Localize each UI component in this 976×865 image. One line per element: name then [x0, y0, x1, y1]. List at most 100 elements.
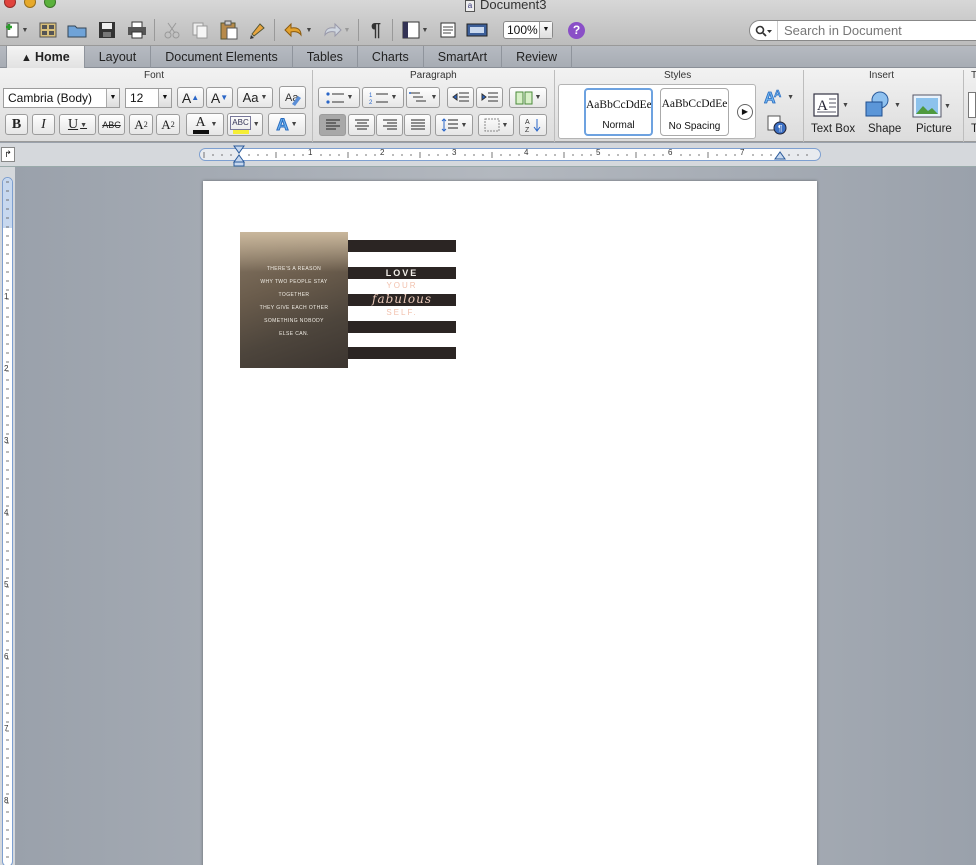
your-text: YOUR — [386, 281, 418, 290]
change-case-button[interactable]: Aa ▼ — [237, 87, 273, 108]
multilevel-list-button[interactable]: ▼ — [406, 87, 440, 108]
font-size-select[interactable]: 12 ▼ — [125, 88, 172, 108]
chevron-down-icon: ▼ — [539, 22, 552, 38]
love-yourself-image[interactable]: LOVE YOUR fabulous SELF. — [348, 240, 456, 360]
tab-charts[interactable]: Charts — [358, 46, 424, 68]
ruler-ticks — [6, 181, 9, 858]
superscript-button[interactable]: A2 — [129, 114, 153, 135]
sidebar-toggle-button[interactable]: ▼ — [398, 18, 432, 42]
ruler-number: 1 — [308, 148, 313, 157]
ruler-ticks — [203, 152, 808, 158]
picture-label[interactable]: Picture — [916, 123, 952, 135]
style-no-spacing[interactable]: AaBbCcDdEe No Spacing — [660, 88, 729, 136]
horizontal-ruler[interactable]: 1 2 3 4 5 6 7 — [199, 148, 821, 161]
tab-review[interactable]: Review — [502, 46, 573, 68]
quote-line: ELSE CAN. — [279, 331, 309, 337]
bullets-button[interactable]: ▼ — [318, 87, 360, 108]
shape-icon[interactable]: ▼ — [862, 89, 902, 121]
highlight-button[interactable]: ABC ▼ — [227, 113, 263, 136]
bold-button[interactable]: B — [5, 114, 28, 135]
vertical-ruler[interactable]: 1 2 3 4 5 6 7 8 — [0, 167, 15, 865]
indent-marker-icon[interactable] — [233, 145, 245, 167]
zoom-window-button[interactable] — [44, 0, 56, 8]
text-box-icon[interactable]: A ▼ — [812, 90, 852, 120]
font-color-button[interactable]: A ▼ — [186, 113, 224, 136]
quote-photo-image[interactable]: THERE'S A REASON WHY TWO PEOPLE STAY TOG… — [240, 232, 348, 368]
styles-next-arrow-icon[interactable]: ▶ — [737, 104, 753, 120]
format-painter-icon[interactable] — [246, 18, 270, 42]
gallery-icon[interactable] — [36, 18, 60, 42]
quote-line: THERE'S A REASON — [266, 266, 322, 272]
chevron-down-icon: ▼ — [106, 89, 119, 107]
media-browser-icon[interactable] — [462, 18, 492, 42]
columns-button[interactable]: ▼ — [509, 87, 547, 108]
ruler-number: 5 — [4, 580, 9, 589]
undo-button[interactable]: ▼ — [280, 18, 316, 42]
sort-icon[interactable]: AZ — [519, 114, 547, 136]
tab-tables[interactable]: Tables — [293, 46, 358, 68]
tab-smartart[interactable]: SmartArt — [424, 46, 503, 68]
align-right-button[interactable] — [376, 114, 403, 136]
toolbar-separator — [392, 19, 393, 41]
picture-icon[interactable]: ▼ — [912, 91, 954, 121]
tab-home[interactable]: ▲ Home — [6, 46, 85, 68]
ruler-number: 3 — [4, 436, 9, 445]
group-title-styles: Styles — [664, 70, 692, 81]
home-icon: ▲ — [21, 52, 35, 64]
help-button[interactable]: ? — [568, 22, 585, 39]
text-effects-button[interactable]: A ▼ — [268, 113, 306, 136]
borders-button[interactable]: ▼ — [478, 114, 514, 136]
cutoff-insert-label[interactable]: T — [971, 123, 976, 135]
cutoff-insert-icon[interactable] — [968, 92, 976, 118]
align-center-button[interactable] — [348, 114, 375, 136]
tab-document-elements[interactable]: Document Elements — [151, 46, 293, 68]
new-document-button[interactable]: ▼ — [0, 18, 32, 42]
increase-indent-button[interactable] — [476, 87, 503, 108]
redo-button[interactable]: ▼ — [318, 18, 354, 42]
ruler-number: 4 — [4, 508, 9, 517]
tab-stop-selector-icon[interactable]: ↱ — [1, 147, 15, 162]
print-icon[interactable] — [124, 18, 150, 42]
subscript-button[interactable]: A2 — [156, 114, 180, 135]
manage-styles-icon[interactable]: A A ▼ — [764, 86, 794, 108]
tab-layout[interactable]: Layout — [85, 46, 152, 68]
ruler-number: 7 — [4, 724, 9, 733]
right-indent-marker-icon[interactable] — [774, 150, 786, 160]
ribbon-tab-bar: ▲ Home Layout Document Elements Tables C… — [0, 46, 976, 68]
shape-label[interactable]: Shape — [868, 123, 901, 135]
save-icon[interactable] — [94, 18, 120, 42]
ruler-number: 1 — [4, 292, 9, 301]
close-window-button[interactable] — [4, 0, 16, 8]
toolbox-icon[interactable] — [436, 18, 460, 42]
styles-pane-icon[interactable]: ¶ — [766, 114, 788, 136]
justify-button[interactable] — [404, 114, 431, 136]
line-spacing-button[interactable]: ▼ — [435, 114, 473, 136]
numbering-button[interactable]: 1 2 ▼ — [362, 87, 404, 108]
chevron-down-icon: ▼ — [158, 89, 171, 107]
grow-font-button[interactable]: A ▲ — [177, 87, 204, 108]
quote-line: WHY TWO PEOPLE STAY — [260, 279, 328, 285]
strikethrough-button[interactable]: ABC — [98, 114, 125, 135]
shrink-font-button[interactable]: A ▼ — [206, 87, 233, 108]
clear-formatting-icon[interactable]: Aa — [279, 86, 306, 109]
text-box-label[interactable]: Text Box — [811, 123, 855, 135]
copy-icon[interactable] — [188, 18, 212, 42]
decrease-indent-button[interactable] — [447, 87, 474, 108]
minimize-window-button[interactable] — [24, 0, 36, 8]
underline-button[interactable]: U ▼ — [59, 114, 96, 135]
font-family-select[interactable]: Cambria (Body) ▼ — [3, 88, 120, 108]
search-box[interactable]: Search in Document — [749, 20, 976, 41]
italic-button[interactable]: I — [32, 114, 55, 135]
zoom-select[interactable]: 100% ▼ — [503, 21, 553, 39]
open-folder-icon[interactable] — [64, 18, 90, 42]
stripe — [348, 347, 456, 359]
paste-icon[interactable] — [216, 18, 242, 42]
cut-icon[interactable] — [160, 18, 184, 42]
toolbar-separator — [358, 19, 359, 41]
style-normal[interactable]: AaBbCcDdEe Normal — [584, 88, 653, 136]
search-input[interactable]: Search in Document — [784, 23, 902, 38]
align-left-button[interactable] — [319, 114, 346, 136]
search-icon[interactable] — [750, 21, 778, 40]
window-title: a Document3 — [465, 0, 546, 12]
pilcrow-icon[interactable]: ¶ — [364, 18, 388, 42]
